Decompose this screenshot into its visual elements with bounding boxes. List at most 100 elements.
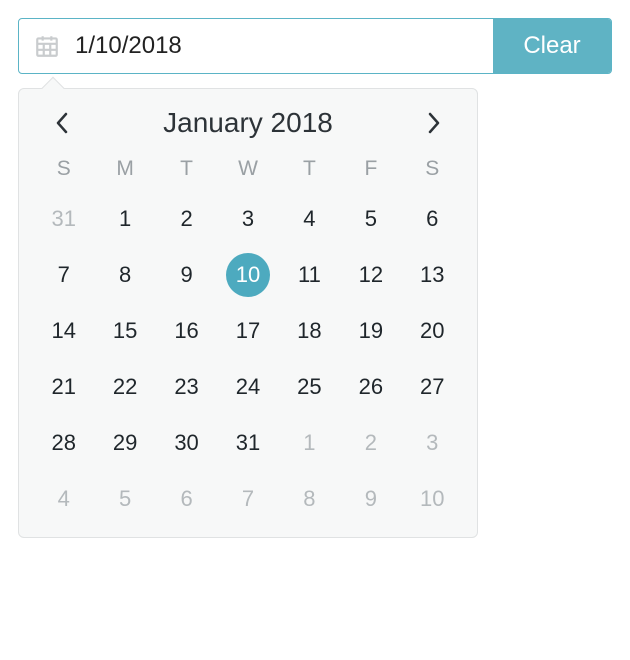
date-input[interactable] [75,19,493,73]
day-number: 5 [365,206,377,232]
day-number: 1 [119,206,131,232]
month-header: January 2018 [33,107,463,151]
day-cell[interactable]: 4 [279,191,340,247]
day-cell[interactable]: 20 [402,303,463,359]
day-cell[interactable]: 6 [156,471,217,527]
day-cell[interactable]: 7 [217,471,278,527]
day-cell[interactable]: 30 [156,415,217,471]
day-number: 3 [426,430,438,456]
day-number: 4 [58,486,70,512]
day-cell[interactable]: 1 [94,191,155,247]
day-number: 31 [51,206,75,232]
day-number: 16 [174,318,198,344]
weekday-label: M [94,157,155,181]
day-number: 8 [303,486,315,512]
date-field: Clear [18,18,612,74]
day-cell[interactable]: 4 [33,471,94,527]
day-number: 27 [420,374,444,400]
day-number: 13 [420,262,444,288]
day-cell[interactable]: 6 [402,191,463,247]
day-cell[interactable]: 16 [156,303,217,359]
day-number: 17 [236,318,260,344]
day-cell[interactable]: 12 [340,247,401,303]
month-title: January 2018 [163,107,333,139]
day-number: 28 [51,430,75,456]
day-number: 24 [236,374,260,400]
day-cell[interactable]: 27 [402,359,463,415]
day-number: 4 [303,206,315,232]
day-cell[interactable]: 25 [279,359,340,415]
prev-month-button[interactable] [47,108,77,138]
day-cell[interactable]: 5 [94,471,155,527]
day-cell[interactable]: 8 [279,471,340,527]
day-cell[interactable]: 10 [217,247,278,303]
day-cell[interactable]: 28 [33,415,94,471]
datepicker-popup: January 2018 SMTWTFS 3112345678910111213… [18,88,478,538]
day-cell[interactable]: 31 [33,191,94,247]
day-cell[interactable]: 3 [217,191,278,247]
day-cell[interactable]: 2 [340,415,401,471]
day-cell[interactable]: 3 [402,415,463,471]
day-cell[interactable]: 22 [94,359,155,415]
day-cell[interactable]: 15 [94,303,155,359]
day-cell[interactable]: 23 [156,359,217,415]
day-number: 21 [51,374,75,400]
popup-arrow [42,77,65,100]
day-number: 10 [420,486,444,512]
next-month-button[interactable] [419,108,449,138]
days-grid: 3112345678910111213141516171819202122232… [33,191,463,527]
day-number: 6 [180,486,192,512]
day-number: 31 [236,430,260,456]
chevron-right-icon [427,112,441,134]
day-cell[interactable]: 31 [217,415,278,471]
day-cell[interactable]: 21 [33,359,94,415]
day-number: 25 [297,374,321,400]
chevron-left-icon [55,112,69,134]
day-cell[interactable]: 9 [156,247,217,303]
day-number: 2 [180,206,192,232]
day-number: 19 [359,318,383,344]
day-number: 7 [58,262,70,288]
day-number: 14 [51,318,75,344]
day-number: 1 [303,430,315,456]
day-cell[interactable]: 8 [94,247,155,303]
day-number: 8 [119,262,131,288]
day-number: 30 [174,430,198,456]
weekday-label: S [33,157,94,181]
day-number: 10 [236,262,260,288]
day-number: 22 [113,374,137,400]
day-number: 5 [119,486,131,512]
day-cell[interactable]: 14 [33,303,94,359]
day-cell[interactable]: 7 [33,247,94,303]
weekday-label: T [279,157,340,181]
day-cell[interactable]: 2 [156,191,217,247]
day-number: 9 [365,486,377,512]
weekday-label: S [402,157,463,181]
day-cell[interactable]: 24 [217,359,278,415]
weekday-label: T [156,157,217,181]
weekday-label: F [340,157,401,181]
day-cell[interactable]: 5 [340,191,401,247]
day-number: 15 [113,318,137,344]
day-cell[interactable]: 17 [217,303,278,359]
calendar-icon [19,19,75,73]
day-cell[interactable]: 13 [402,247,463,303]
clear-button[interactable]: Clear [493,19,611,73]
day-number: 18 [297,318,321,344]
weekday-row: SMTWTFS [33,151,463,191]
day-cell[interactable]: 18 [279,303,340,359]
day-number: 3 [242,206,254,232]
day-cell[interactable]: 1 [279,415,340,471]
weekday-label: W [217,157,278,181]
day-cell[interactable]: 26 [340,359,401,415]
day-number: 29 [113,430,137,456]
day-cell[interactable]: 11 [279,247,340,303]
day-cell[interactable]: 9 [340,471,401,527]
day-number: 7 [242,486,254,512]
day-number: 11 [298,262,321,288]
day-number: 20 [420,318,444,344]
day-cell[interactable]: 19 [340,303,401,359]
day-number: 23 [174,374,198,400]
day-cell[interactable]: 10 [402,471,463,527]
day-cell[interactable]: 29 [94,415,155,471]
